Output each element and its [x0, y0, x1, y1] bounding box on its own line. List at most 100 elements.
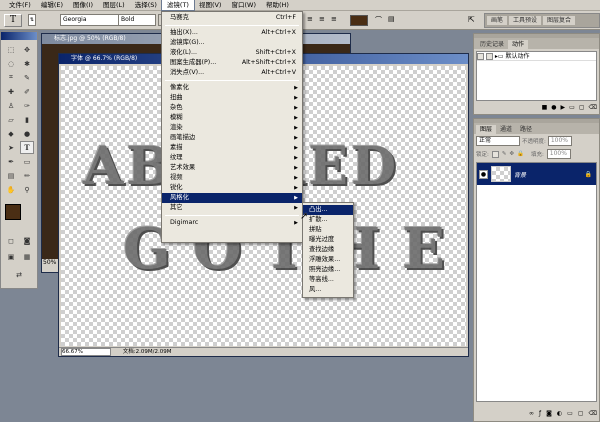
text-tool-preset[interactable]: T [4, 14, 22, 27]
crop-tool-icon[interactable]: ⌗ [4, 71, 18, 84]
shape-tool-icon[interactable]: ▭ [20, 155, 34, 168]
menu-item-extract[interactable]: 抽出(X)... Alt+Ctrl+X [162, 28, 302, 38]
dock-tab-brushes[interactable]: 画笔 [487, 16, 508, 25]
menu-item-noise[interactable]: 杂色 ▶ [162, 103, 302, 113]
link-layers-icon[interactable]: ∞ [529, 410, 534, 418]
menu-item-sharpen[interactable]: 锐化 ▶ [162, 183, 302, 193]
layer-row[interactable]: ● 背景 🔒 [477, 163, 596, 185]
menu-item-pixelate[interactable]: 像素化 ▶ [162, 83, 302, 93]
new-layer-icon[interactable]: ▢ [578, 410, 584, 418]
dialog-toggle-icon[interactable] [485, 53, 493, 60]
dock-tab-layer-comps[interactable]: 图层复合 [543, 16, 576, 25]
menu-item-render[interactable]: 渲染 ▶ [162, 123, 302, 133]
menu-item-artistic[interactable]: 艺术效果 ▶ [162, 163, 302, 173]
align-center-icon[interactable]: ≡ [319, 15, 329, 26]
menu-item-digimarc[interactable]: Digimarc ▶ [162, 218, 302, 228]
submenu-item-diffuse[interactable]: 扩散... [303, 215, 353, 225]
menu-item-brush-strokes[interactable]: 画笔描边 ▶ [162, 133, 302, 143]
trash-icon[interactable]: ⌫ [589, 410, 597, 418]
text-color-swatch[interactable] [350, 15, 368, 26]
lock-pixels-icon[interactable]: ✎ [502, 151, 507, 157]
submenu-item-tiles[interactable]: 拼贴 [303, 225, 353, 235]
menu-filter[interactable]: 滤镜(T) [160, 0, 195, 11]
lock-transparency-icon[interactable] [491, 150, 499, 158]
font-style-select[interactable]: Bold [118, 14, 156, 26]
new-set-icon[interactable]: ▭ [569, 104, 575, 112]
submenu-item-solarize[interactable]: 曝光过度 [303, 235, 353, 245]
move-tool-icon[interactable]: ✥ [20, 43, 34, 56]
eraser-tool-icon[interactable]: ▱ [4, 113, 18, 126]
submenu-item-wind[interactable]: 风... [303, 285, 353, 295]
submenu-item-glowing-edges[interactable]: 照亮边缘... [303, 265, 353, 275]
menu-item-vanishing-point[interactable]: 消失点(V)... Alt+Ctrl+V [162, 68, 302, 78]
menu-item-blur[interactable]: 模糊 ▶ [162, 113, 302, 123]
tab-channels[interactable]: 通道 [496, 125, 516, 134]
menu-item-last-filter[interactable]: 马赛克 Ctrl+F [162, 13, 302, 23]
menu-item-stylize[interactable]: 风格化 ▶ [162, 193, 302, 203]
trash-icon[interactable]: ⌫ [589, 104, 597, 112]
menu-item-texture[interactable]: 纹理 ▶ [162, 153, 302, 163]
slice-tool-icon[interactable]: ✎ [20, 71, 34, 84]
fill-field[interactable]: 100% [546, 149, 571, 159]
type-tool-icon[interactable]: T [20, 141, 34, 154]
pen-tool-icon[interactable]: ✒ [4, 155, 18, 168]
jump-to-imageready-icon[interactable]: ⇄ [12, 268, 26, 281]
align-left-icon[interactable]: ≡ [307, 15, 317, 26]
lock-position-icon[interactable]: ✥ [509, 151, 514, 157]
bridge-icon[interactable]: ⇱ [468, 15, 480, 27]
menu-layer[interactable]: 图层(L) [98, 0, 130, 10]
tab-paths[interactable]: 路径 [516, 125, 536, 134]
menu-item-distort[interactable]: 扭曲 ▶ [162, 93, 302, 103]
menu-item-video[interactable]: 视频 ▶ [162, 173, 302, 183]
adjustment-layer-icon[interactable]: ◐ [557, 410, 562, 418]
new-group-icon[interactable]: ▭ [567, 410, 573, 418]
record-icon[interactable]: ● [551, 104, 556, 112]
menu-image[interactable]: 图像(I) [68, 0, 98, 10]
foreground-color-swatch[interactable] [5, 204, 21, 220]
submenu-item-find-edges[interactable]: 查找边缘 [303, 245, 353, 255]
blur-tool-icon[interactable]: ◆ [4, 127, 18, 140]
brush-tool-icon[interactable]: ✐ [20, 85, 34, 98]
play-icon[interactable]: ▶ [561, 104, 566, 112]
palettes-icon[interactable]: ▤ [388, 15, 398, 26]
align-right-icon[interactable]: ≡ [331, 15, 341, 26]
menu-item-liquify[interactable]: 液化(L)... Shift+Ctrl+X [162, 48, 302, 58]
warp-text-icon[interactable]: ⌒ [375, 15, 385, 26]
layer-style-icon[interactable]: ƒ [539, 410, 541, 418]
zoom-tool-icon[interactable]: ⚲ [20, 183, 34, 196]
menu-file[interactable]: 文件(F) [4, 0, 36, 10]
clone-stamp-tool-icon[interactable]: ♙ [4, 99, 18, 112]
submenu-item-emboss[interactable]: 浮雕效果... [303, 255, 353, 265]
dodge-tool-icon[interactable]: ● [20, 127, 34, 140]
tab-history[interactable]: 历史记录 [476, 40, 508, 49]
healing-brush-tool-icon[interactable]: ✚ [4, 85, 18, 98]
lasso-tool-icon[interactable]: ◌ [4, 57, 18, 70]
notes-tool-icon[interactable]: ▤ [4, 169, 18, 182]
tab-layers[interactable]: 图层 [476, 125, 497, 134]
menu-select[interactable]: 选择(S) [130, 0, 162, 10]
screen-mode-standard-icon[interactable]: ▣ [4, 250, 18, 263]
document-size[interactable]: 文档:2.09M/2.09M [123, 349, 172, 355]
dock-tab-tool-presets[interactable]: 工具预设 [509, 16, 542, 25]
menu-item-other[interactable]: 其它 ▶ [162, 203, 302, 213]
layer-name[interactable]: 背景 [514, 170, 526, 179]
path-selection-tool-icon[interactable]: ➤ [4, 141, 18, 154]
list-item[interactable]: ▸▭ 默认动作 [477, 52, 596, 61]
submenu-item-extrude[interactable]: 凸出... [303, 205, 353, 215]
opacity-field[interactable]: 100% [547, 136, 572, 146]
eyedropper-tool-icon[interactable]: ✏ [20, 169, 34, 182]
standard-mode-icon[interactable]: ◻ [4, 234, 18, 247]
quick-mask-mode-icon[interactable]: ◙ [20, 234, 34, 247]
tab-actions[interactable]: 动作 [508, 40, 529, 49]
eye-icon[interactable]: ● [479, 169, 488, 179]
hand-tool-icon[interactable]: ✋ [4, 183, 18, 196]
magic-wand-tool-icon[interactable]: ✱ [20, 57, 34, 70]
layer-mask-icon[interactable]: ◙ [546, 410, 552, 418]
marquee-tool-icon[interactable]: ⬚ [4, 43, 18, 56]
menu-item-pattern-maker[interactable]: 图案生成器(P)... Alt+Shift+Ctrl+X [162, 58, 302, 68]
check-icon[interactable] [477, 53, 484, 60]
menu-view[interactable]: 视图(V) [194, 0, 227, 10]
gradient-tool-icon[interactable]: ▮ [20, 113, 34, 126]
zoom-level[interactable]: 66.67% [61, 348, 111, 356]
lock-all-icon[interactable]: 🔒 [517, 151, 524, 157]
